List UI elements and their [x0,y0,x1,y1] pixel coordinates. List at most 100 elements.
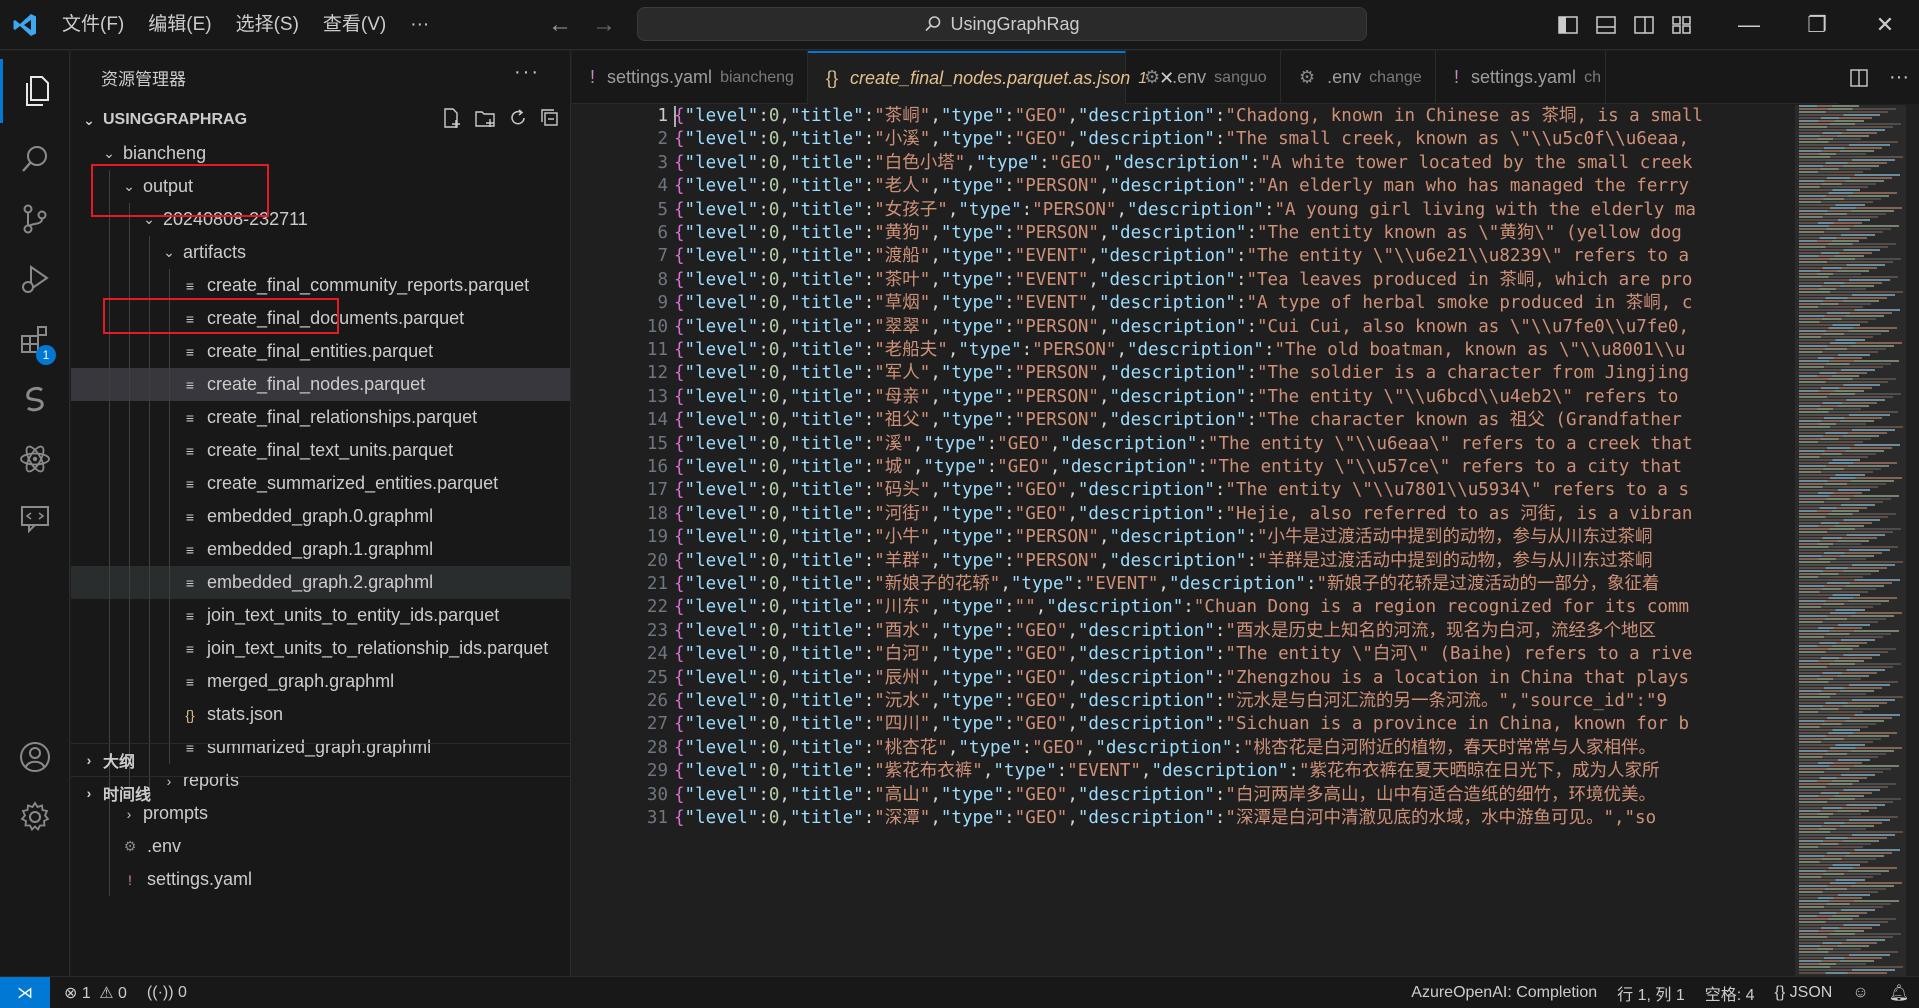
tree-file[interactable]: ≡ create_final_entities.parquet [71,335,570,368]
copilot-icon[interactable]: ☺ [1842,984,1878,1002]
command-center-search[interactable]: UsingGraphRag [637,7,1367,41]
minimap-line [1799,132,1877,134]
tree-file[interactable]: {} stats.json [71,698,570,731]
indentation[interactable]: 空格: 4 [1695,981,1765,1005]
tree-file[interactable]: ≡ create_final_relationships.parquet [71,401,570,434]
editor-tab[interactable]: ⚙ .env change [1281,51,1436,104]
line-number: 9 [657,293,668,314]
refresh-icon[interactable] [508,107,528,129]
toggle-primary-sidebar-icon[interactable] [1549,0,1587,50]
tree-file[interactable]: ≡ embedded_graph.0.graphml [71,500,570,533]
minimap-line [1799,366,1883,368]
forward-arrow-icon[interactable]: → [592,11,616,39]
workspace-root-header[interactable]: ⌄ USINGGRAPHRAG [71,103,570,137]
tree-folder[interactable]: ⌄ biancheng [71,137,570,170]
file-lines-icon: ≡ [185,409,195,426]
notifications-bell-icon[interactable]: 🔔︎ [1879,983,1919,1003]
tree-file[interactable]: ≡ join_text_units_to_entity_ids.parquet [71,599,570,632]
language-mode[interactable]: {} JSON [1765,984,1843,1002]
tree-file[interactable]: ≡ create_final_text_units.parquet [71,434,570,467]
new-file-icon[interactable] [442,107,462,129]
tree-file[interactable]: ≡ join_text_units_to_relationship_ids.par… [71,632,570,665]
extensions-icon[interactable]: 1 [0,307,70,371]
minimap-line [1799,153,1866,155]
description-value: "The entity \"\\u6bcd\\u4eb2\" refers to [1257,386,1679,407]
editor-tab[interactable]: ! settings.yaml biancheng [572,51,808,104]
minimap[interactable] [1795,105,1905,976]
atom-icon[interactable] [0,427,70,491]
mode-indicator[interactable]: AzureOpenAI: Completion [1401,984,1607,1002]
toggle-secondary-sidebar-icon[interactable] [1625,0,1663,50]
explorer-more-actions-icon[interactable]: ··· [514,61,540,84]
warning-count: 0 [118,984,127,1002]
tree-file[interactable]: ≡ create_final_nodes.parquet [71,368,570,401]
tree-file[interactable]: ≡ create_final_documents.parquet [71,302,570,335]
tree-folder[interactable]: ⌄ artifacts [71,236,570,269]
menu-more[interactable]: ··· [398,0,441,50]
ports-indicator[interactable]: ((·)) 0 [137,984,197,1002]
split-editor-icon[interactable] [1849,68,1869,88]
editor-tab[interactable]: ⚙ .env sanguo [1126,51,1281,104]
tree-folder[interactable]: ⌄ output [71,170,570,203]
new-folder-icon[interactable] [474,107,496,129]
outline-section[interactable]: › 大纲 [71,743,570,776]
collapse-all-icon[interactable] [540,107,560,129]
json-token: : [863,714,875,735]
explorer-icon[interactable] [0,59,70,123]
minimize-icon[interactable]: — [1715,0,1783,50]
tree-file[interactable]: ≡ embedded_graph.1.graphml [71,533,570,566]
minimap-line [1799,732,1897,734]
menu-item[interactable]: 选择(S) [224,0,311,50]
tree-file[interactable]: ≡ embedded_graph.2.graphml [71,566,570,599]
tree-file[interactable]: ⚙ .env [71,830,570,863]
minimap-line [1799,843,1871,845]
json-token: , [965,152,976,173]
tree-file[interactable]: ! settings.yaml [71,863,570,896]
comments-icon[interactable] [0,487,70,551]
cursor-position[interactable]: 行 1, 列 1 [1607,981,1695,1005]
customize-layout-icon[interactable] [1663,0,1701,50]
remote-indicator-icon[interactable]: ⋊ [0,976,50,1008]
problems-indicator[interactable]: ⊗ 1 ⚠ 0 [50,983,137,1003]
json-token: : [1004,316,1015,337]
tree-file[interactable]: ≡ create_summarized_entities.parquet [71,467,570,500]
editor-tab[interactable]: {} create_final_nodes.parquet.as.json 1 ✕ [808,51,1174,104]
tree-file[interactable]: ≡ create_final_community_reports.parquet [71,269,570,302]
close-window-icon[interactable]: ✕ [1851,0,1919,50]
timeline-section[interactable]: › 时间线 [71,776,570,809]
tree-file[interactable]: ≡ merged_graph.graphml [71,665,570,698]
json-token: "title" [789,691,864,711]
editor-area[interactable]: 1 {"level":0,"title":"茶峒","type":"GEO","d… [572,105,1919,976]
line-number: 29 [646,761,668,782]
run-debug-icon[interactable] [0,247,70,311]
tree-folder[interactable]: ⌄ 20240808-232711 [71,203,570,236]
back-arrow-icon[interactable]: ← [548,11,572,39]
menu-item[interactable]: 查看(V) [311,0,398,50]
json-token: : [863,152,875,173]
editor-tab[interactable]: ! settings.yaml ch [1436,51,1606,104]
minimap-line [1799,561,1903,563]
minimap-line [1799,861,1868,863]
json-token: "level" [684,152,759,173]
remote-explorer-icon[interactable] [0,367,70,431]
menu-item[interactable]: 文件(F) [50,0,136,50]
toggle-panel-icon[interactable] [1587,0,1625,50]
description-value: "Tea leaves produced in 茶峒, which are pr… [1246,269,1693,290]
code-content: {"level":0,"title":"渡船","type":"EVENT","… [674,245,1788,268]
json-token: : [863,410,875,431]
vertical-scrollbar[interactable] [1905,105,1919,976]
source-control-icon[interactable] [0,187,70,251]
json-token: : [758,223,769,243]
json-token: "description" [1127,340,1264,360]
search-icon[interactable] [0,127,70,191]
settings-gear-icon[interactable] [0,785,70,849]
account-icon[interactable] [0,725,70,789]
menu-item[interactable]: 编辑(E) [136,0,223,50]
json-token: "description" [1077,667,1215,688]
json-token: , [779,129,790,150]
json-token: , [779,737,790,758]
more-actions-icon[interactable]: ··· [1889,66,1909,89]
restore-icon[interactable]: ❐ [1783,0,1851,50]
minimap-line [1799,327,1897,329]
minimap-line [1799,645,1859,647]
